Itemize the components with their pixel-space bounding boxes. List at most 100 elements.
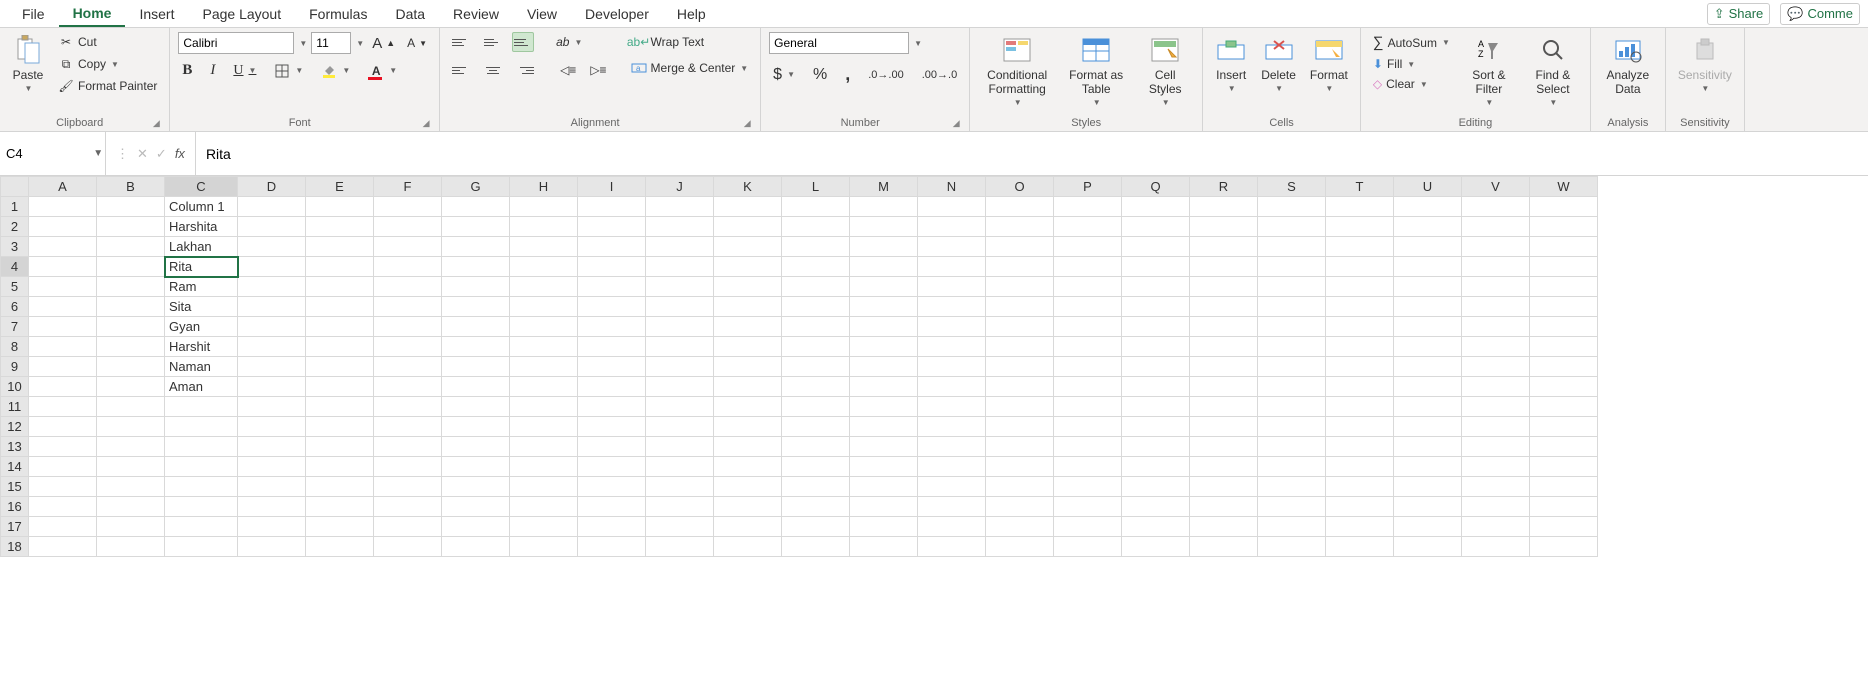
cell-I3[interactable]	[578, 237, 646, 257]
row-header-7[interactable]: 7	[1, 317, 29, 337]
cell-U18[interactable]	[1394, 537, 1462, 557]
cell-U15[interactable]	[1394, 477, 1462, 497]
cell-P13[interactable]	[1054, 437, 1122, 457]
insert-cells-button[interactable]: Insert▼	[1211, 32, 1251, 95]
autosum-button[interactable]: ∑AutoSum▼	[1369, 32, 1454, 53]
cell-B16[interactable]	[97, 497, 165, 517]
cell-D15[interactable]	[238, 477, 306, 497]
cell-D9[interactable]	[238, 357, 306, 377]
cell-A9[interactable]	[29, 357, 97, 377]
align-top-button[interactable]	[448, 32, 474, 52]
cell-S4[interactable]	[1258, 257, 1326, 277]
row-header-8[interactable]: 8	[1, 337, 29, 357]
cell-C7[interactable]: Gyan	[165, 317, 238, 337]
cell-A18[interactable]	[29, 537, 97, 557]
cell-T9[interactable]	[1326, 357, 1394, 377]
cell-V2[interactable]	[1462, 217, 1530, 237]
cell-A5[interactable]	[29, 277, 97, 297]
cell-J16[interactable]	[646, 497, 714, 517]
cell-T17[interactable]	[1326, 517, 1394, 537]
cell-J9[interactable]	[646, 357, 714, 377]
cell-R1[interactable]	[1190, 197, 1258, 217]
cell-N7[interactable]	[918, 317, 986, 337]
cell-W15[interactable]	[1530, 477, 1598, 497]
cell-S14[interactable]	[1258, 457, 1326, 477]
comments-button[interactable]: 💬 Comme	[1780, 3, 1860, 25]
cell-C12[interactable]	[165, 417, 238, 437]
cell-D7[interactable]	[238, 317, 306, 337]
cell-P11[interactable]	[1054, 397, 1122, 417]
cell-U3[interactable]	[1394, 237, 1462, 257]
cell-I16[interactable]	[578, 497, 646, 517]
cell-K8[interactable]	[714, 337, 782, 357]
cell-G5[interactable]	[442, 277, 510, 297]
cell-R16[interactable]	[1190, 497, 1258, 517]
cell-R7[interactable]	[1190, 317, 1258, 337]
cell-T7[interactable]	[1326, 317, 1394, 337]
cell-I11[interactable]	[578, 397, 646, 417]
cell-O10[interactable]	[986, 377, 1054, 397]
cell-styles-button[interactable]: Cell Styles▼	[1136, 32, 1194, 109]
cell-D14[interactable]	[238, 457, 306, 477]
cell-L9[interactable]	[782, 357, 850, 377]
row-header-2[interactable]: 2	[1, 217, 29, 237]
cut-button[interactable]: ✂ Cut	[54, 32, 161, 52]
cell-N5[interactable]	[918, 277, 986, 297]
cell-U14[interactable]	[1394, 457, 1462, 477]
cell-F11[interactable]	[374, 397, 442, 417]
cell-H12[interactable]	[510, 417, 578, 437]
cell-J10[interactable]	[646, 377, 714, 397]
row-header-4[interactable]: 4	[1, 257, 29, 277]
cell-Q18[interactable]	[1122, 537, 1190, 557]
cell-V10[interactable]	[1462, 377, 1530, 397]
cell-M5[interactable]	[850, 277, 918, 297]
cell-T11[interactable]	[1326, 397, 1394, 417]
cell-C14[interactable]	[165, 457, 238, 477]
cell-E13[interactable]	[306, 437, 374, 457]
cell-K3[interactable]	[714, 237, 782, 257]
cell-M10[interactable]	[850, 377, 918, 397]
row-header-9[interactable]: 9	[1, 357, 29, 377]
col-header-K[interactable]: K	[714, 177, 782, 197]
row-header-14[interactable]: 14	[1, 457, 29, 477]
cell-P17[interactable]	[1054, 517, 1122, 537]
col-header-S[interactable]: S	[1258, 177, 1326, 197]
tab-data[interactable]: Data	[381, 2, 439, 26]
cell-W17[interactable]	[1530, 517, 1598, 537]
cell-L5[interactable]	[782, 277, 850, 297]
cell-S8[interactable]	[1258, 337, 1326, 357]
tab-help[interactable]: Help	[663, 2, 720, 26]
cell-A4[interactable]	[29, 257, 97, 277]
borders-button[interactable]: ▼	[270, 61, 307, 81]
cell-C1[interactable]: Column 1	[165, 197, 238, 217]
cell-H18[interactable]	[510, 537, 578, 557]
cell-D18[interactable]	[238, 537, 306, 557]
cell-K12[interactable]	[714, 417, 782, 437]
cell-U9[interactable]	[1394, 357, 1462, 377]
cell-F4[interactable]	[374, 257, 442, 277]
cell-E8[interactable]	[306, 337, 374, 357]
cell-N2[interactable]	[918, 217, 986, 237]
cell-D1[interactable]	[238, 197, 306, 217]
cell-F16[interactable]	[374, 497, 442, 517]
cell-W10[interactable]	[1530, 377, 1598, 397]
row-header-1[interactable]: 1	[1, 197, 29, 217]
cell-L10[interactable]	[782, 377, 850, 397]
cell-F5[interactable]	[374, 277, 442, 297]
cell-O3[interactable]	[986, 237, 1054, 257]
cell-V13[interactable]	[1462, 437, 1530, 457]
col-header-M[interactable]: M	[850, 177, 918, 197]
cell-D8[interactable]	[238, 337, 306, 357]
format-painter-button[interactable]: 🖌 Format Painter	[54, 76, 161, 96]
cell-Q2[interactable]	[1122, 217, 1190, 237]
cell-B1[interactable]	[97, 197, 165, 217]
cell-M4[interactable]	[850, 257, 918, 277]
cell-O9[interactable]	[986, 357, 1054, 377]
cell-N3[interactable]	[918, 237, 986, 257]
cell-I13[interactable]	[578, 437, 646, 457]
cell-H14[interactable]	[510, 457, 578, 477]
cell-V4[interactable]	[1462, 257, 1530, 277]
cell-E2[interactable]	[306, 217, 374, 237]
cell-O4[interactable]	[986, 257, 1054, 277]
cell-W11[interactable]	[1530, 397, 1598, 417]
